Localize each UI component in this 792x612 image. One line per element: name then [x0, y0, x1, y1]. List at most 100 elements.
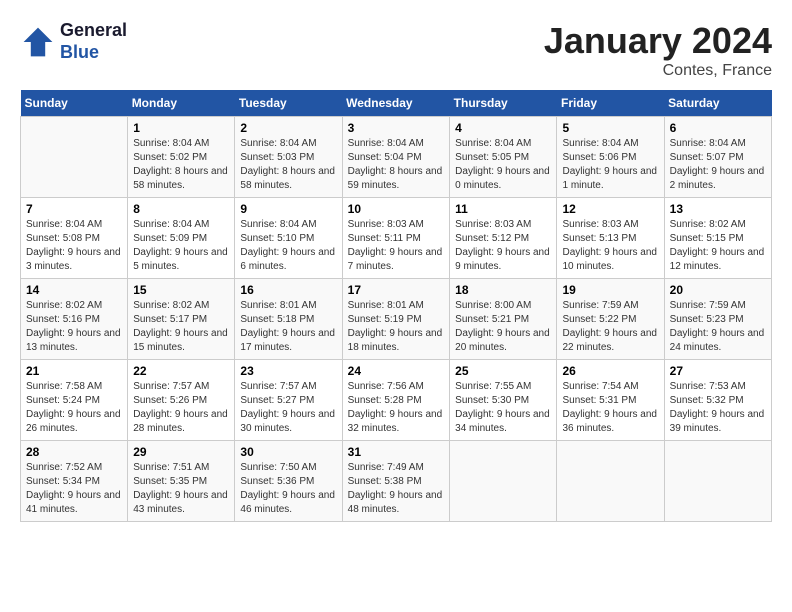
calendar-cell: 18 Sunrise: 8:00 AMSunset: 5:21 PMDayligh… [450, 279, 557, 360]
day-number: 8 [133, 202, 229, 216]
day-number: 29 [133, 445, 229, 459]
calendar-cell: 9 Sunrise: 8:04 AMSunset: 5:10 PMDaylight… [235, 198, 342, 279]
day-info: Sunrise: 7:57 AMSunset: 5:27 PMDaylight:… [240, 380, 336, 436]
logo-text: General Blue [60, 20, 127, 63]
day-info: Sunrise: 8:04 AMSunset: 5:07 PMDaylight:… [670, 137, 766, 193]
calendar-cell: 15 Sunrise: 8:02 AMSunset: 5:17 PMDayligh… [128, 279, 235, 360]
day-number: 6 [670, 121, 766, 135]
calendar-cell: 10Sunrise: 8:03 AMSunset: 5:11 PMDayligh… [342, 198, 450, 279]
logo-icon [20, 24, 56, 60]
calendar-cell: 30Sunrise: 7:50 AMSunset: 5:36 PMDayligh… [235, 441, 342, 522]
day-number: 21 [26, 364, 122, 378]
calendar-cell: 27 Sunrise: 7:53 AMSunset: 5:32 PMDayligh… [664, 360, 771, 441]
day-number: 18 [455, 283, 551, 297]
calendar-cell: 14 Sunrise: 8:02 AMSunset: 5:16 PMDayligh… [21, 279, 128, 360]
day-info: Sunrise: 7:53 AMSunset: 5:32 PMDaylight:… [670, 380, 766, 436]
calendar-cell: 3Sunrise: 8:04 AMSunset: 5:04 PMDaylight… [342, 117, 450, 198]
day-info: Sunrise: 8:01 AMSunset: 5:19 PMDaylight:… [348, 299, 445, 355]
calendar-cell: 8 Sunrise: 8:04 AMSunset: 5:09 PMDaylight… [128, 198, 235, 279]
day-number: 16 [240, 283, 336, 297]
day-info: Sunrise: 8:01 AMSunset: 5:18 PMDaylight:… [240, 299, 336, 355]
page-header: General Blue January 2024 Contes, France [20, 20, 772, 80]
calendar-cell: 13Sunrise: 8:02 AMSunset: 5:15 PMDayligh… [664, 198, 771, 279]
day-header-tuesday: Tuesday [235, 90, 342, 117]
calendar-cell: 20Sunrise: 7:59 AMSunset: 5:23 PMDayligh… [664, 279, 771, 360]
day-header-wednesday: Wednesday [342, 90, 450, 117]
day-number: 26 [562, 364, 658, 378]
calendar-cell: 25 Sunrise: 7:55 AMSunset: 5:30 PMDayligh… [450, 360, 557, 441]
calendar-cell: 24 Sunrise: 7:56 AMSunset: 5:28 PMDayligh… [342, 360, 450, 441]
title-block: January 2024 Contes, France [544, 20, 772, 80]
calendar-table: SundayMondayTuesdayWednesdayThursdayFrid… [20, 90, 772, 522]
day-info: Sunrise: 8:02 AMSunset: 5:16 PMDaylight:… [26, 299, 122, 355]
calendar-cell: 12Sunrise: 8:03 AMSunset: 5:13 PMDayligh… [557, 198, 664, 279]
calendar-cell: 11 Sunrise: 8:03 AMSunset: 5:12 PMDayligh… [450, 198, 557, 279]
calendar-cell: 23 Sunrise: 7:57 AMSunset: 5:27 PMDayligh… [235, 360, 342, 441]
day-number: 12 [562, 202, 658, 216]
logo: General Blue [20, 20, 127, 63]
calendar-cell: 7Sunrise: 8:04 AMSunset: 5:08 PMDaylight… [21, 198, 128, 279]
day-info: Sunrise: 8:03 AMSunset: 5:11 PMDaylight:… [348, 218, 445, 274]
day-header-monday: Monday [128, 90, 235, 117]
day-number: 15 [133, 283, 229, 297]
day-number: 4 [455, 121, 551, 135]
day-number: 17 [348, 283, 445, 297]
month-title: January 2024 [544, 20, 772, 62]
calendar-cell: 21 Sunrise: 7:58 AMSunset: 5:24 PMDayligh… [21, 360, 128, 441]
day-number: 24 [348, 364, 445, 378]
calendar-cell: 16 Sunrise: 8:01 AMSunset: 5:18 PMDayligh… [235, 279, 342, 360]
day-number: 23 [240, 364, 336, 378]
day-info: Sunrise: 8:04 AMSunset: 5:06 PMDaylight:… [562, 137, 658, 193]
day-info: Sunrise: 8:04 AMSunset: 5:10 PMDaylight:… [240, 218, 336, 274]
calendar-cell: 31 Sunrise: 7:49 AMSunset: 5:38 PMDayligh… [342, 441, 450, 522]
calendar-cell: 1Sunrise: 8:04 AMSunset: 5:02 PMDaylight… [128, 117, 235, 198]
location-subtitle: Contes, France [544, 62, 772, 80]
header-row: SundayMondayTuesdayWednesdayThursdayFrid… [21, 90, 772, 117]
day-number: 31 [348, 445, 445, 459]
day-info: Sunrise: 7:59 AMSunset: 5:23 PMDaylight:… [670, 299, 766, 355]
day-number: 19 [562, 283, 658, 297]
calendar-cell: 28Sunrise: 7:52 AMSunset: 5:34 PMDayligh… [21, 441, 128, 522]
day-number: 11 [455, 202, 551, 216]
day-number: 2 [240, 121, 336, 135]
calendar-cell: 6 Sunrise: 8:04 AMSunset: 5:07 PMDaylight… [664, 117, 771, 198]
week-row-3: 14 Sunrise: 8:02 AMSunset: 5:16 PMDayligh… [21, 279, 772, 360]
day-info: Sunrise: 7:56 AMSunset: 5:28 PMDaylight:… [348, 380, 445, 436]
day-info: Sunrise: 8:02 AMSunset: 5:17 PMDaylight:… [133, 299, 229, 355]
day-info: Sunrise: 8:00 AMSunset: 5:21 PMDaylight:… [455, 299, 551, 355]
day-info: Sunrise: 8:04 AMSunset: 5:08 PMDaylight:… [26, 218, 122, 274]
day-info: Sunrise: 8:04 AMSunset: 5:09 PMDaylight:… [133, 218, 229, 274]
day-number: 27 [670, 364, 766, 378]
calendar-cell: 2Sunrise: 8:04 AMSunset: 5:03 PMDaylight… [235, 117, 342, 198]
calendar-cell: 5Sunrise: 8:04 AMSunset: 5:06 PMDaylight… [557, 117, 664, 198]
day-info: Sunrise: 7:49 AMSunset: 5:38 PMDaylight:… [348, 461, 445, 517]
week-row-2: 7Sunrise: 8:04 AMSunset: 5:08 PMDaylight… [21, 198, 772, 279]
day-header-thursday: Thursday [450, 90, 557, 117]
day-number: 28 [26, 445, 122, 459]
day-info: Sunrise: 8:04 AMSunset: 5:05 PMDaylight:… [455, 137, 551, 193]
day-number: 1 [133, 121, 229, 135]
day-info: Sunrise: 7:50 AMSunset: 5:36 PMDaylight:… [240, 461, 336, 517]
day-info: Sunrise: 7:57 AMSunset: 5:26 PMDaylight:… [133, 380, 229, 436]
week-row-4: 21 Sunrise: 7:58 AMSunset: 5:24 PMDayligh… [21, 360, 772, 441]
day-header-saturday: Saturday [664, 90, 771, 117]
calendar-cell [664, 441, 771, 522]
day-info: Sunrise: 7:58 AMSunset: 5:24 PMDaylight:… [26, 380, 122, 436]
day-number: 3 [348, 121, 445, 135]
calendar-cell: 26Sunrise: 7:54 AMSunset: 5:31 PMDayligh… [557, 360, 664, 441]
day-info: Sunrise: 7:51 AMSunset: 5:35 PMDaylight:… [133, 461, 229, 517]
day-info: Sunrise: 7:59 AMSunset: 5:22 PMDaylight:… [562, 299, 658, 355]
calendar-cell: 4 Sunrise: 8:04 AMSunset: 5:05 PMDaylight… [450, 117, 557, 198]
calendar-cell: 17 Sunrise: 8:01 AMSunset: 5:19 PMDayligh… [342, 279, 450, 360]
day-number: 9 [240, 202, 336, 216]
day-number: 25 [455, 364, 551, 378]
day-info: Sunrise: 8:03 AMSunset: 5:12 PMDaylight:… [455, 218, 551, 274]
calendar-cell [557, 441, 664, 522]
calendar-cell: 22Sunrise: 7:57 AMSunset: 5:26 PMDayligh… [128, 360, 235, 441]
day-number: 14 [26, 283, 122, 297]
day-info: Sunrise: 7:55 AMSunset: 5:30 PMDaylight:… [455, 380, 551, 436]
calendar-cell: 29 Sunrise: 7:51 AMSunset: 5:35 PMDayligh… [128, 441, 235, 522]
calendar-cell: 19 Sunrise: 7:59 AMSunset: 5:22 PMDayligh… [557, 279, 664, 360]
day-number: 13 [670, 202, 766, 216]
week-row-1: 1Sunrise: 8:04 AMSunset: 5:02 PMDaylight… [21, 117, 772, 198]
